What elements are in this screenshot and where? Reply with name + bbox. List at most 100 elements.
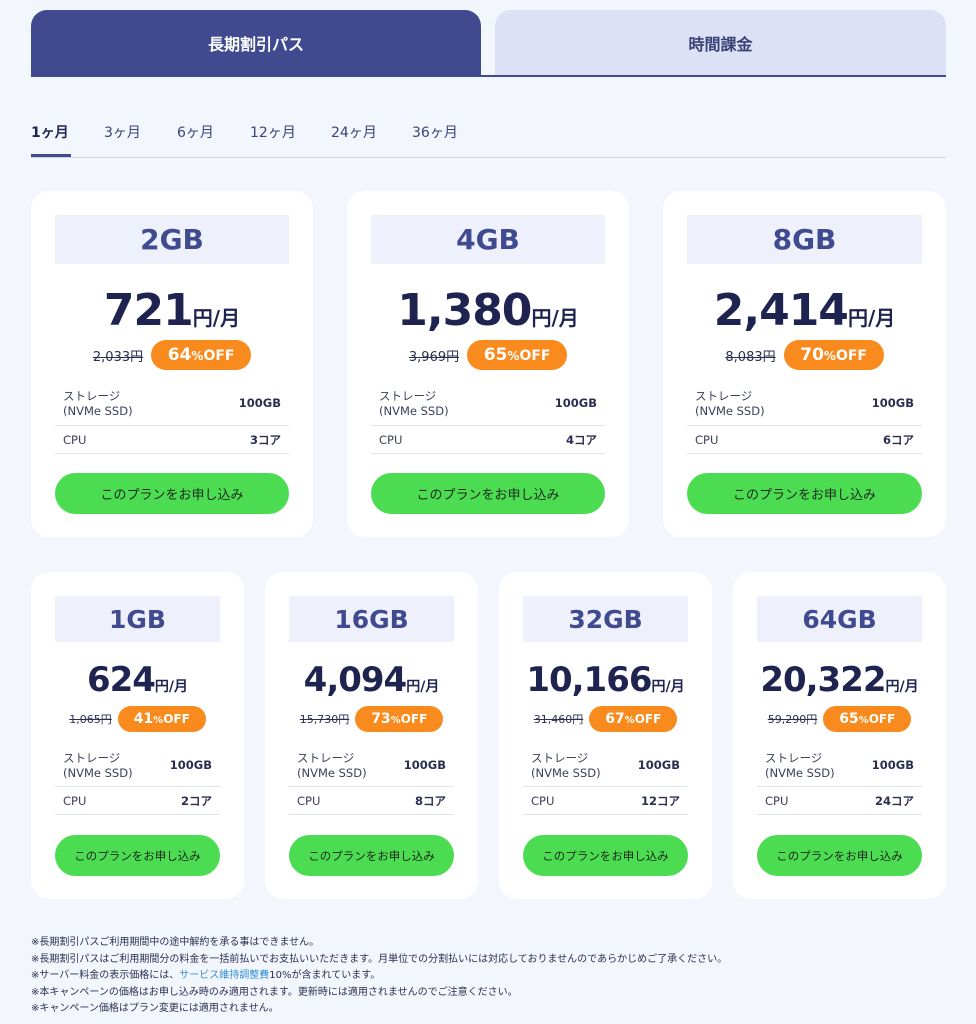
storage-label-line2: (NVMe SSD) [531, 765, 601, 780]
price-unit-month: /月 [867, 306, 896, 330]
plan-card-64gb: 64GB 20,322 円 /月 59,290円 65% OFF ストレージ (NV… [733, 572, 946, 899]
cpu-value: 2コア [180, 793, 212, 808]
storage-label-line1: ストレージ [63, 389, 121, 403]
plan-type-tabs: 長期割引パス 時間課金 [31, 10, 946, 77]
price-unit-month: /月 [168, 679, 189, 695]
plan-price: 1,380 円 /月 [347, 285, 629, 336]
storage-label-line1: ストレージ [531, 750, 589, 765]
storage-label: ストレージ (NVMe SSD) [695, 388, 765, 418]
storage-label-line1: ストレージ [63, 750, 121, 765]
discount-badge: 41% OFF [117, 706, 206, 732]
spec-row-cpu: CPU 12コア [523, 787, 688, 815]
storage-label-line2: (NVMe SSD) [379, 404, 449, 418]
apply-button[interactable]: このプランをお申し込み [687, 473, 922, 514]
plan-price: 20,322 円 /月 [733, 660, 946, 700]
plan-capacity: 32GB [523, 596, 688, 642]
storage-label-line1: ストレージ [379, 389, 437, 403]
tab-hourly-billing[interactable]: 時間課金 [495, 10, 946, 76]
spec-row-cpu: CPU 2コア [55, 787, 220, 815]
plan-capacity: 8GB [687, 215, 922, 264]
price-unit-yen: 円 [531, 306, 552, 330]
apply-button[interactable]: このプランをお申し込み [757, 835, 922, 876]
apply-button[interactable]: このプランをお申し込み [289, 835, 454, 876]
note-3-prefix: ※サーバー料金の表示価格には、 [31, 970, 180, 982]
service-adjustment-fee-link[interactable]: サービス維持調整費 [179, 970, 269, 981]
discount-percent: % [191, 349, 204, 363]
original-price: 31,460円 [533, 713, 584, 726]
discount-row: 1,065円 41% OFF [31, 706, 244, 732]
discount-row: 31,460円 67% OFF [499, 706, 712, 732]
original-price: 15,730円 [299, 713, 350, 726]
discount-badge: 65% OFF [823, 706, 912, 732]
plan-capacity: 4GB [371, 215, 605, 264]
storage-label: ストレージ (NVMe SSD) [379, 388, 449, 418]
original-price: 1,065円 [69, 713, 112, 726]
price-value: 721 [103, 285, 194, 336]
storage-label: ストレージ (NVMe SSD) [297, 750, 367, 780]
discount-badge: 67% OFF [589, 706, 678, 732]
note-2: ※長期割引パスはご利用期間分の料金を一括前払いでお支払いいただきます。月単位での… [31, 953, 728, 965]
plan-price: 2,414 円 /月 [663, 285, 946, 336]
period-1-month[interactable]: 1ヶ月 [31, 122, 69, 142]
period-3-months[interactable]: 3ヶ月 [104, 122, 141, 142]
apply-button[interactable]: このプランをお申し込み [523, 835, 688, 876]
discount-number: 67 [605, 711, 625, 727]
price-unit-month: /月 [899, 679, 919, 695]
price-value: 4,094 [303, 660, 408, 700]
period-6-months[interactable]: 6ヶ月 [177, 122, 214, 142]
plan-price: 10,166 円 /月 [499, 660, 712, 700]
period-24-months[interactable]: 24ヶ月 [331, 122, 377, 142]
original-price: 59,290円 [767, 713, 818, 726]
tab-long-term-pass[interactable]: 長期割引パス [31, 10, 481, 76]
cpu-value: 12コア [640, 793, 680, 808]
apply-button[interactable]: このプランをお申し込み [55, 473, 289, 514]
spec-row-storage: ストレージ (NVMe SSD) 100GB [523, 743, 688, 787]
plan-card-8gb: 8GB 2,414 円 /月 8,083円 70% OFF ストレージ (NVMe … [663, 191, 946, 537]
note-5: ※キャンペーン価格はプラン変更には適用されません。 [31, 1003, 279, 1015]
spec-table: ストレージ (NVMe SSD) 100GB CPU 8コア [289, 743, 454, 815]
price-value: 624 [86, 660, 156, 700]
discount-off: OFF [634, 712, 662, 726]
spec-table: ストレージ (NVMe SSD) 100GB CPU 12コア [523, 743, 688, 815]
note-3: ※サーバー料金の表示価格には、サービス維持調整費10%が含まれています。 [31, 968, 946, 985]
storage-label-line1: ストレージ [765, 750, 823, 765]
tab-label: 時間課金 [688, 35, 753, 54]
price-unit-yen: 円 [192, 306, 213, 330]
cpu-value: 3コア [249, 432, 281, 447]
discount-number: 73 [371, 711, 391, 727]
cpu-label: CPU [531, 793, 555, 808]
storage-label-line2: (NVMe SSD) [695, 404, 765, 418]
period-36-months[interactable]: 36ヶ月 [412, 122, 458, 142]
spec-row-storage: ストレージ (NVMe SSD) 100GB [757, 743, 922, 787]
discount-off: OFF [868, 712, 896, 726]
spec-row-storage: ストレージ (NVMe SSD) 100GB [55, 381, 289, 426]
discount-row: 3,969円 65% OFF [347, 340, 629, 370]
tab-label: 長期割引パス [207, 35, 304, 54]
storage-label-line1: ストレージ [695, 389, 753, 403]
apply-button[interactable]: このプランをお申し込み [55, 835, 220, 876]
original-price: 8,083円 [725, 349, 776, 365]
cpu-value: 8コア [414, 793, 446, 808]
price-unit-month: /月 [665, 679, 685, 695]
discount-off: OFF [203, 348, 235, 364]
price-value: 10,166 [526, 660, 652, 700]
apply-button[interactable]: このプランをお申し込み [371, 473, 605, 514]
spec-row-cpu: CPU 3コア [55, 426, 289, 454]
discount-row: 2,033円 64% OFF [31, 340, 313, 370]
spec-row-cpu: CPU 8コア [289, 787, 454, 815]
spec-table: ストレージ (NVMe SSD) 100GB CPU 6コア [687, 381, 922, 454]
plan-price: 624 円 /月 [31, 660, 244, 700]
storage-label: ストレージ (NVMe SSD) [531, 750, 601, 780]
period-12-months[interactable]: 12ヶ月 [250, 122, 296, 142]
note-4: ※本キャンペーンの価格はお申し込み時のみ適用されます。更新時には適用されませんの… [31, 986, 518, 998]
spec-row-storage: ストレージ (NVMe SSD) 100GB [289, 743, 454, 787]
spec-row-cpu: CPU 24コア [757, 787, 922, 815]
plan-capacity: 2GB [55, 215, 289, 264]
discount-off: OFF [519, 348, 551, 364]
plan-capacity: 1GB [55, 596, 220, 642]
plan-capacity: 16GB [289, 596, 454, 642]
cpu-label: CPU [695, 432, 719, 447]
discount-badge: 65% OFF [467, 340, 568, 370]
storage-label-line2: (NVMe SSD) [63, 404, 133, 418]
cpu-value: 4コア [565, 432, 597, 447]
